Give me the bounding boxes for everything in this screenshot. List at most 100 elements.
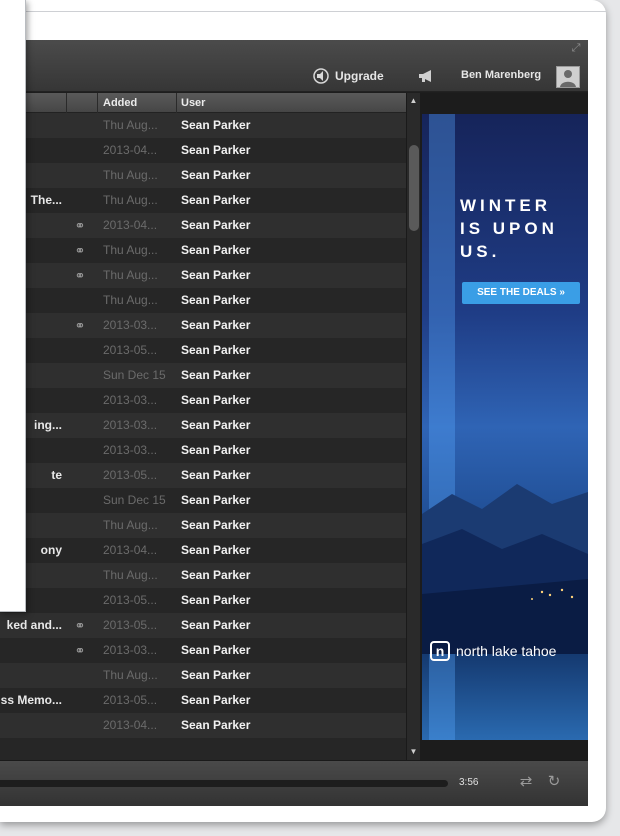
date-added: 2013-04...	[103, 543, 158, 557]
brand-logo-icon: n	[430, 641, 450, 661]
table-row[interactable]: ⚭ Thu Aug... Sean Parker	[0, 238, 406, 263]
table-row[interactable]: Sun Dec 15 Sean Parker	[0, 363, 406, 388]
user-name-cell: Sean Parker	[181, 443, 251, 457]
table-body: Thu Aug... Sean Parker 2013-04... Sean Park…	[0, 113, 406, 760]
date-added: 2013-04...	[103, 143, 158, 157]
link-icon[interactable]: ⚭	[70, 613, 90, 638]
repeat-icon[interactable]: ↻	[544, 773, 564, 791]
avatar[interactable]	[556, 66, 580, 88]
scroll-up-icon[interactable]: ▲	[407, 95, 420, 107]
user-name-cell: Sean Parker	[181, 193, 251, 207]
user-name-cell: Sean Parker	[181, 343, 251, 357]
date-added: 2013-05...	[103, 343, 158, 357]
table-row[interactable]: 2013-05... Sean Parker	[0, 338, 406, 363]
user-name-cell: Sean Parker	[181, 293, 251, 307]
user-name-cell: Sean Parker	[181, 518, 251, 532]
link-icon[interactable]: ⚭	[70, 238, 90, 263]
ad-headline-line: US.	[460, 242, 501, 261]
table-row[interactable]: Thu Aug... Sean Parker	[0, 563, 406, 588]
user-name-cell: Sean Parker	[181, 418, 251, 432]
user-name-cell: Sean Parker	[181, 218, 251, 232]
table-row[interactable]: ss Memo... 2013-05... Sean Parker	[0, 688, 406, 713]
scroll-thumb[interactable]	[409, 145, 419, 231]
vertical-scrollbar[interactable]: ▲ ▼	[406, 93, 420, 760]
user-name-cell: Sean Parker	[181, 693, 251, 707]
date-added: 2013-03...	[103, 443, 158, 457]
date-added: 2013-03...	[103, 643, 158, 657]
column-divider[interactable]	[97, 93, 98, 113]
date-added: Thu Aug...	[103, 668, 158, 682]
table-row[interactable]: ⚭ 2013-04... Sean Parker	[0, 213, 406, 238]
column-header-added[interactable]: Added	[99, 93, 137, 113]
user-name-cell: Sean Parker	[181, 168, 251, 182]
table-row[interactable]: te 2013-05... Sean Parker	[0, 463, 406, 488]
date-added: Thu Aug...	[103, 168, 158, 182]
table-row[interactable]: ⚭ 2013-03... Sean Parker	[0, 638, 406, 663]
megaphone-icon[interactable]	[417, 68, 435, 84]
track-title: ked and...	[6, 618, 62, 632]
resize-icon[interactable]: ⤢	[570, 42, 582, 54]
date-added: 2013-05...	[103, 593, 158, 607]
track-time: 3:56	[459, 777, 479, 788]
table-row[interactable]: Thu Aug... Sean Parker	[0, 288, 406, 313]
user-name-cell: Sean Parker	[181, 393, 251, 407]
advertisement[interactable]: WINTER IS UPON US. SEE THE DEALS » n nor…	[422, 114, 588, 740]
user-name-cell: Sean Parker	[181, 668, 251, 682]
app-header: ⤢ Upgrade Ben Marenberg	[0, 40, 588, 92]
top-strip	[26, 0, 606, 12]
table-row[interactable]	[0, 738, 406, 760]
table-row[interactable]: ked and... ⚭ 2013-05... Sean Parker	[0, 613, 406, 638]
shuffle-icon[interactable]: ⇄	[516, 773, 536, 791]
ad-brand-name: north lake tahoe	[456, 643, 557, 659]
date-added: 2013-05...	[103, 693, 158, 707]
table-row[interactable]: Thu Aug... Sean Parker	[0, 163, 406, 188]
user-name-cell: Sean Parker	[181, 593, 251, 607]
table-row[interactable]: Thu Aug... Sean Parker	[0, 663, 406, 688]
table-row[interactable]: 2013-03... Sean Parker	[0, 438, 406, 463]
table-row[interactable]: 2013-03... Sean Parker	[0, 388, 406, 413]
upgrade-button[interactable]: Upgrade	[312, 68, 384, 84]
scroll-down-icon[interactable]: ▼	[407, 746, 420, 758]
ad-cta-button[interactable]: SEE THE DEALS »	[462, 282, 580, 304]
date-added: Thu Aug...	[103, 518, 158, 532]
track-title: ss Memo...	[0, 693, 62, 707]
user-name-cell: Sean Parker	[181, 468, 251, 482]
date-added: Thu Aug...	[103, 193, 158, 207]
link-icon[interactable]: ⚭	[70, 263, 90, 288]
column-header-user[interactable]: User	[177, 93, 205, 113]
user-name-cell: Sean Parker	[181, 643, 251, 657]
table-row[interactable]: ⚭ 2013-03... Sean Parker	[0, 313, 406, 338]
date-added: Thu Aug...	[103, 268, 158, 282]
table-row[interactable]: The... Thu Aug... Sean Parker	[0, 188, 406, 213]
progress-bar[interactable]	[0, 780, 448, 787]
table-row[interactable]: Thu Aug... Sean Parker	[0, 513, 406, 538]
date-added: Thu Aug...	[103, 293, 158, 307]
table-row[interactable]: ⚭ Thu Aug... Sean Parker	[0, 263, 406, 288]
user-name-cell: Sean Parker	[181, 143, 251, 157]
date-added: Thu Aug...	[103, 243, 158, 257]
date-added: Sun Dec 15	[103, 493, 166, 507]
column-divider[interactable]	[66, 93, 67, 113]
overlay-panel	[0, 0, 26, 612]
link-icon[interactable]: ⚭	[70, 638, 90, 663]
table-row[interactable]: Sun Dec 15 Sean Parker	[0, 488, 406, 513]
table-row[interactable]: 2013-04... Sean Parker	[0, 713, 406, 738]
ad-headline-line: WINTER	[460, 196, 552, 215]
user-name-cell: Sean Parker	[181, 368, 251, 382]
table-row[interactable]: Thu Aug... Sean Parker	[0, 113, 406, 138]
link-icon[interactable]: ⚭	[70, 213, 90, 238]
date-added: 2013-04...	[103, 218, 158, 232]
ad-headline: WINTER IS UPON US.	[460, 194, 588, 263]
link-icon[interactable]: ⚭	[70, 313, 90, 338]
ad-headline-line: IS UPON	[460, 219, 558, 238]
table-row[interactable]: ony 2013-04... Sean Parker	[0, 538, 406, 563]
user-name-cell: Sean Parker	[181, 118, 251, 132]
user-name-cell: Sean Parker	[181, 493, 251, 507]
ad-brand: n north lake tahoe	[430, 640, 588, 662]
user-name[interactable]: Ben Marenberg	[461, 69, 541, 81]
date-added: 2013-03...	[103, 418, 158, 432]
table-row[interactable]: 2013-05... Sean Parker	[0, 588, 406, 613]
table-row[interactable]: 2013-04... Sean Parker	[0, 138, 406, 163]
table-row[interactable]: ing... 2013-03... Sean Parker	[0, 413, 406, 438]
speaker-icon	[312, 68, 330, 84]
